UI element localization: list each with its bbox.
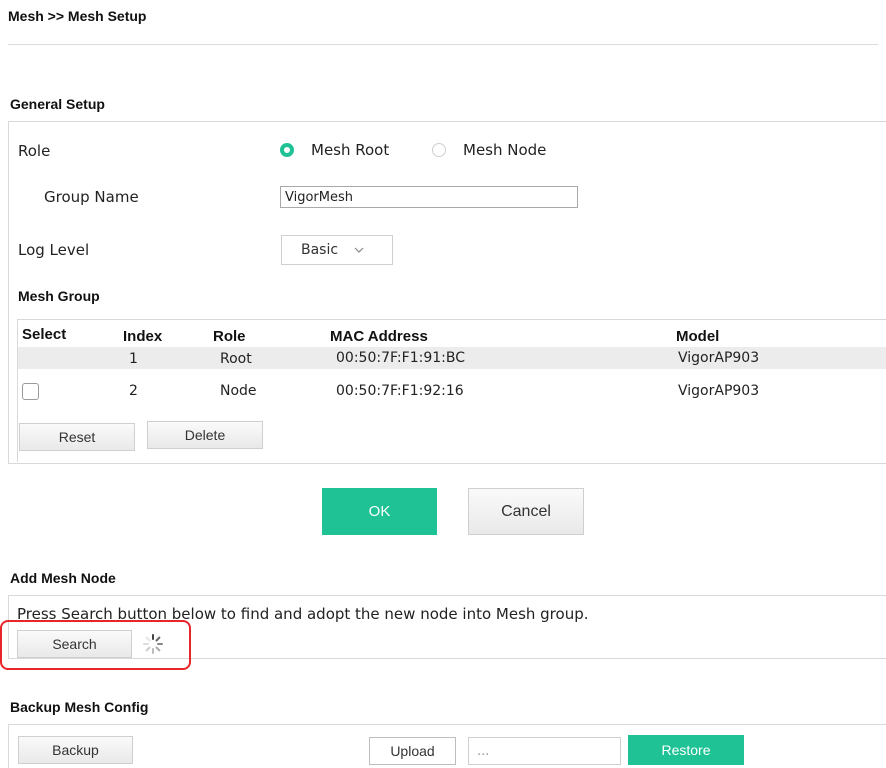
divider (8, 44, 878, 45)
col-mac: MAC Address (330, 328, 428, 345)
col-role: Role (213, 328, 246, 345)
role-option-root-label: Mesh Root (311, 141, 390, 159)
add-mesh-node-title: Add Mesh Node (10, 570, 116, 586)
log-level-label: Log Level (18, 241, 90, 259)
row2-index: 2 (129, 383, 138, 399)
general-setup-title: General Setup (10, 96, 105, 112)
row2-model: VigorAP903 (678, 383, 760, 399)
row2-mac: 00:50:7F:F1:92:16 (336, 383, 464, 399)
log-level-select[interactable]: Basic (281, 235, 393, 265)
reset-button[interactable]: Reset (19, 423, 135, 451)
col-model: Model (676, 328, 720, 345)
row1-index: 1 (129, 351, 138, 367)
ok-button[interactable]: OK (322, 488, 437, 535)
row1-mac: 00:50:7F:F1:91:BC (336, 350, 465, 366)
breadcrumb: Mesh >> Mesh Setup (8, 8, 147, 24)
row1-model: VigorAP903 (678, 350, 760, 366)
log-level-value: Basic (301, 242, 339, 258)
radio-root[interactable] (280, 143, 294, 157)
role-option-node[interactable]: Mesh Node (432, 141, 546, 159)
row2-role: Node (220, 383, 257, 399)
restore-button[interactable]: Restore (628, 735, 744, 765)
mesh-group-title: Mesh Group (18, 288, 100, 304)
radio-node[interactable] (432, 143, 446, 157)
col-index: Index (123, 328, 163, 345)
role-option-node-label: Mesh Node (463, 141, 547, 159)
cancel-button[interactable]: Cancel (468, 488, 584, 535)
upload-button[interactable]: Upload (369, 737, 456, 765)
col-select: Select (22, 326, 67, 343)
role-option-root[interactable]: Mesh Root (280, 141, 389, 159)
file-path-input[interactable]: ... (468, 737, 621, 765)
backup-mesh-config-title: Backup Mesh Config (10, 699, 149, 715)
delete-button[interactable]: Delete (147, 421, 263, 449)
chevron-down-icon (354, 247, 364, 253)
row2-select-checkbox[interactable] (22, 383, 39, 400)
backup-button[interactable]: Backup (18, 736, 133, 764)
highlight-box (0, 620, 191, 670)
group-name-input[interactable] (280, 186, 578, 208)
role-label: Role (18, 142, 51, 160)
row1-role: Root (220, 351, 252, 367)
group-name-label: Group Name (44, 188, 139, 206)
